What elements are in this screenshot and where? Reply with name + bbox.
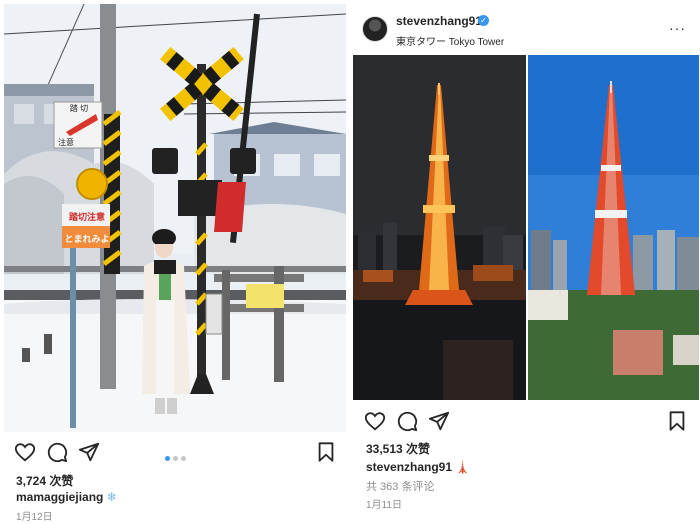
location-tag[interactable]: 東京タワー Tokyo Tower bbox=[396, 33, 504, 48]
heart-icon[interactable] bbox=[14, 441, 36, 463]
comment-icon[interactable] bbox=[46, 441, 68, 463]
post-date: 1月12日 bbox=[16, 512, 53, 523]
post-photo-tokyo-tower[interactable] bbox=[353, 55, 699, 400]
post-header: stevenzhang91 ✓ 東京タワー Tokyo Tower ··· bbox=[350, 0, 700, 54]
share-icon[interactable] bbox=[428, 410, 450, 432]
header-username[interactable]: stevenzhang91 bbox=[396, 14, 482, 28]
comment-icon[interactable] bbox=[396, 410, 418, 432]
share-icon[interactable] bbox=[78, 441, 100, 463]
sign-top-text: 踏 切 bbox=[69, 104, 89, 113]
carousel-indicator bbox=[165, 448, 189, 466]
left-post: 踏 切 注意 踏切注意 とまれみよ 3,724 次赞 mamaggiejiang… bbox=[0, 0, 350, 524]
tower-emoji-icon: 🗼 bbox=[455, 460, 471, 474]
likes-count[interactable]: 33,513 次赞 bbox=[366, 440, 430, 457]
right-post: stevenzhang91 ✓ 東京タワー Tokyo Tower ··· 33… bbox=[350, 0, 700, 524]
carousel-dot bbox=[181, 456, 186, 461]
post-photo-railroad-crossing[interactable]: 踏 切 注意 踏切注意 とまれみよ bbox=[4, 4, 346, 432]
sign-stop-text: とまれみよ bbox=[64, 234, 110, 244]
more-icon[interactable]: ··· bbox=[669, 20, 686, 36]
post-date: 1月11日 bbox=[366, 500, 402, 511]
view-comments-link[interactable]: 共 363 条评论 bbox=[366, 478, 434, 494]
snowflake-icon: ❄ bbox=[106, 490, 117, 504]
sign-crossing-text: 踏切注意 bbox=[68, 212, 105, 222]
verified-icon: ✓ bbox=[478, 15, 489, 26]
likes-count[interactable]: 3,724 次赞 bbox=[16, 472, 73, 489]
carousel-dot bbox=[173, 456, 178, 461]
heart-icon[interactable] bbox=[364, 410, 386, 432]
bookmark-icon[interactable] bbox=[315, 441, 337, 463]
caption-username[interactable]: stevenzhang91 🗼 bbox=[366, 460, 470, 474]
post-username[interactable]: mamaggiejiang ❄ bbox=[16, 490, 117, 504]
bookmark-icon[interactable] bbox=[666, 410, 688, 432]
sign-top-text-2: 注意 bbox=[58, 138, 74, 147]
avatar[interactable] bbox=[362, 16, 388, 42]
carousel-dot-active bbox=[165, 456, 170, 461]
